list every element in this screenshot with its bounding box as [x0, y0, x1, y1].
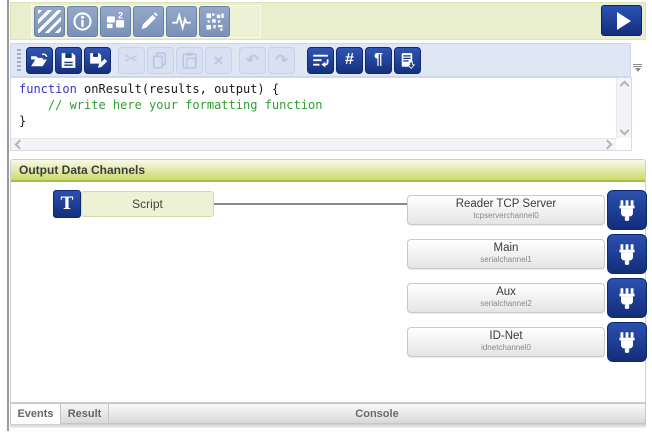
save-file-as-button[interactable] [84, 47, 111, 74]
plug-icon [614, 241, 640, 267]
editor-toolbar: ✂ × ↶ ↷ [10, 43, 631, 77]
console-panel-header[interactable]: Console [109, 403, 646, 424]
barcode-setup-icon [38, 10, 61, 33]
window-left-border [7, 0, 9, 431]
monitor-icon [170, 10, 193, 33]
word-wrap-icon [310, 50, 331, 71]
channel-node-reader-tcp-server[interactable]: Reader TCP Server tcpserverchannel0 [407, 195, 605, 225]
main-toolbar: 2 [10, 2, 646, 40]
info-icon [71, 10, 94, 33]
tab-result[interactable]: Result [61, 403, 109, 424]
save-file-button[interactable] [55, 47, 82, 74]
connection-arrow-line [214, 203, 422, 205]
run-script-button[interactable] [601, 5, 642, 36]
toggle-whitespace-button[interactable]: ¶ [365, 47, 392, 74]
main-toolbar-icon-strip: 2 [31, 5, 261, 38]
channel-node-id-net[interactable]: ID-Net idnetchannel0 [407, 327, 605, 357]
channel-connector-button-reader-tcp-server[interactable] [607, 190, 647, 230]
toggle-word-wrap-button[interactable] [307, 47, 334, 74]
info-button[interactable] [67, 6, 98, 37]
overflow-lines-icon [633, 66, 642, 67]
channel-routing-canvas: T Script Reader TCP Server tcpserverchan… [11, 182, 645, 401]
undo-arrow-icon: ↶ [246, 53, 259, 68]
channel-connector-button-main[interactable] [607, 234, 647, 274]
code-grading-icon [203, 10, 226, 33]
scroll-right-icon[interactable] [603, 140, 613, 150]
chevron-down-icon [635, 68, 641, 72]
delete-button: × [205, 47, 232, 74]
play-icon [617, 12, 631, 30]
tab-events[interactable]: Events [10, 403, 61, 424]
panel-title: Output Data Channels [11, 160, 645, 182]
channel-title: Aux [408, 286, 604, 299]
code-plain: onResult(results, output) { [77, 82, 279, 96]
reading-phase-badge: 2 [118, 11, 123, 21]
hash-icon: # [345, 52, 354, 68]
output-data-channels-panel: Output Data Channels T Script Reader TCP… [10, 159, 646, 403]
copy-icon [150, 50, 171, 71]
save-icon [58, 50, 79, 71]
edit-button[interactable] [133, 6, 164, 37]
open-file-button[interactable] [26, 47, 53, 74]
channel-connector-button-aux[interactable] [607, 278, 647, 318]
paste-icon [179, 50, 200, 71]
code-grading-button[interactable] [199, 6, 230, 37]
save-as-icon [87, 50, 108, 71]
delete-x-icon: × [214, 52, 224, 69]
pilcrow-icon: ¶ [374, 52, 383, 68]
channel-subtitle: serialchannel1 [408, 255, 604, 264]
code-line-2: // write here your formatting function [19, 97, 631, 113]
script-node[interactable]: Script [81, 191, 214, 217]
redo-button: ↷ [268, 47, 295, 74]
scissors-icon: ✂ [125, 52, 138, 68]
redo-arrow-icon: ↷ [275, 53, 288, 68]
toolbar-overflow-button[interactable] [633, 64, 642, 72]
app-window: 2 [10, 0, 646, 428]
code-keyword: function [19, 82, 77, 96]
open-folder-icon [29, 50, 50, 71]
cut-button: ✂ [118, 47, 145, 74]
script-node-icon[interactable]: T [53, 190, 81, 218]
scroll-down-icon[interactable] [619, 126, 629, 136]
toggle-line-numbers-button[interactable]: # [336, 47, 363, 74]
toolbar-grip-handle[interactable] [17, 49, 21, 71]
channel-title: Main [408, 242, 604, 255]
barcode-setup-button[interactable] [34, 6, 65, 37]
channel-subtitle: serialchannel2 [408, 299, 604, 308]
code-text: function onResult(results, output) { // … [11, 78, 631, 129]
copy-button [147, 47, 174, 74]
channel-connector-button-id-net[interactable] [607, 322, 647, 362]
channel-node-aux[interactable]: Aux serialchannel2 [407, 283, 605, 313]
bottom-shadow [10, 424, 646, 428]
code-line-3: } [19, 113, 631, 129]
template-document-icon [397, 50, 418, 71]
plug-icon [614, 197, 640, 223]
channel-subtitle: idnetchannel0 [408, 343, 604, 352]
horizontal-scrollbar[interactable] [11, 138, 616, 150]
channel-title: ID-Net [408, 330, 604, 343]
channel-subtitle: tcpserverchannel0 [408, 211, 604, 220]
channel-title: Reader TCP Server [408, 198, 604, 211]
scroll-left-icon[interactable] [15, 140, 25, 150]
monitor-button[interactable] [166, 6, 197, 37]
undo-button: ↶ [239, 47, 266, 74]
reading-phase-icon: 2 [104, 10, 127, 33]
scroll-up-icon[interactable] [619, 81, 629, 91]
script-code-editor[interactable]: function onResult(results, output) { // … [10, 77, 632, 151]
bottom-bar: Events Result Console [10, 403, 646, 424]
edit-icon [137, 10, 160, 33]
plug-icon [614, 285, 640, 311]
code-line-1: function onResult(results, output) { [19, 81, 631, 97]
plug-icon [614, 329, 640, 355]
channel-node-main[interactable]: Main serialchannel1 [407, 239, 605, 269]
overflow-lines-icon [633, 64, 642, 65]
reading-phase-button[interactable]: 2 [100, 6, 131, 37]
paste-button [176, 47, 203, 74]
insert-template-button[interactable] [394, 47, 421, 74]
vertical-scrollbar[interactable] [616, 78, 631, 138]
